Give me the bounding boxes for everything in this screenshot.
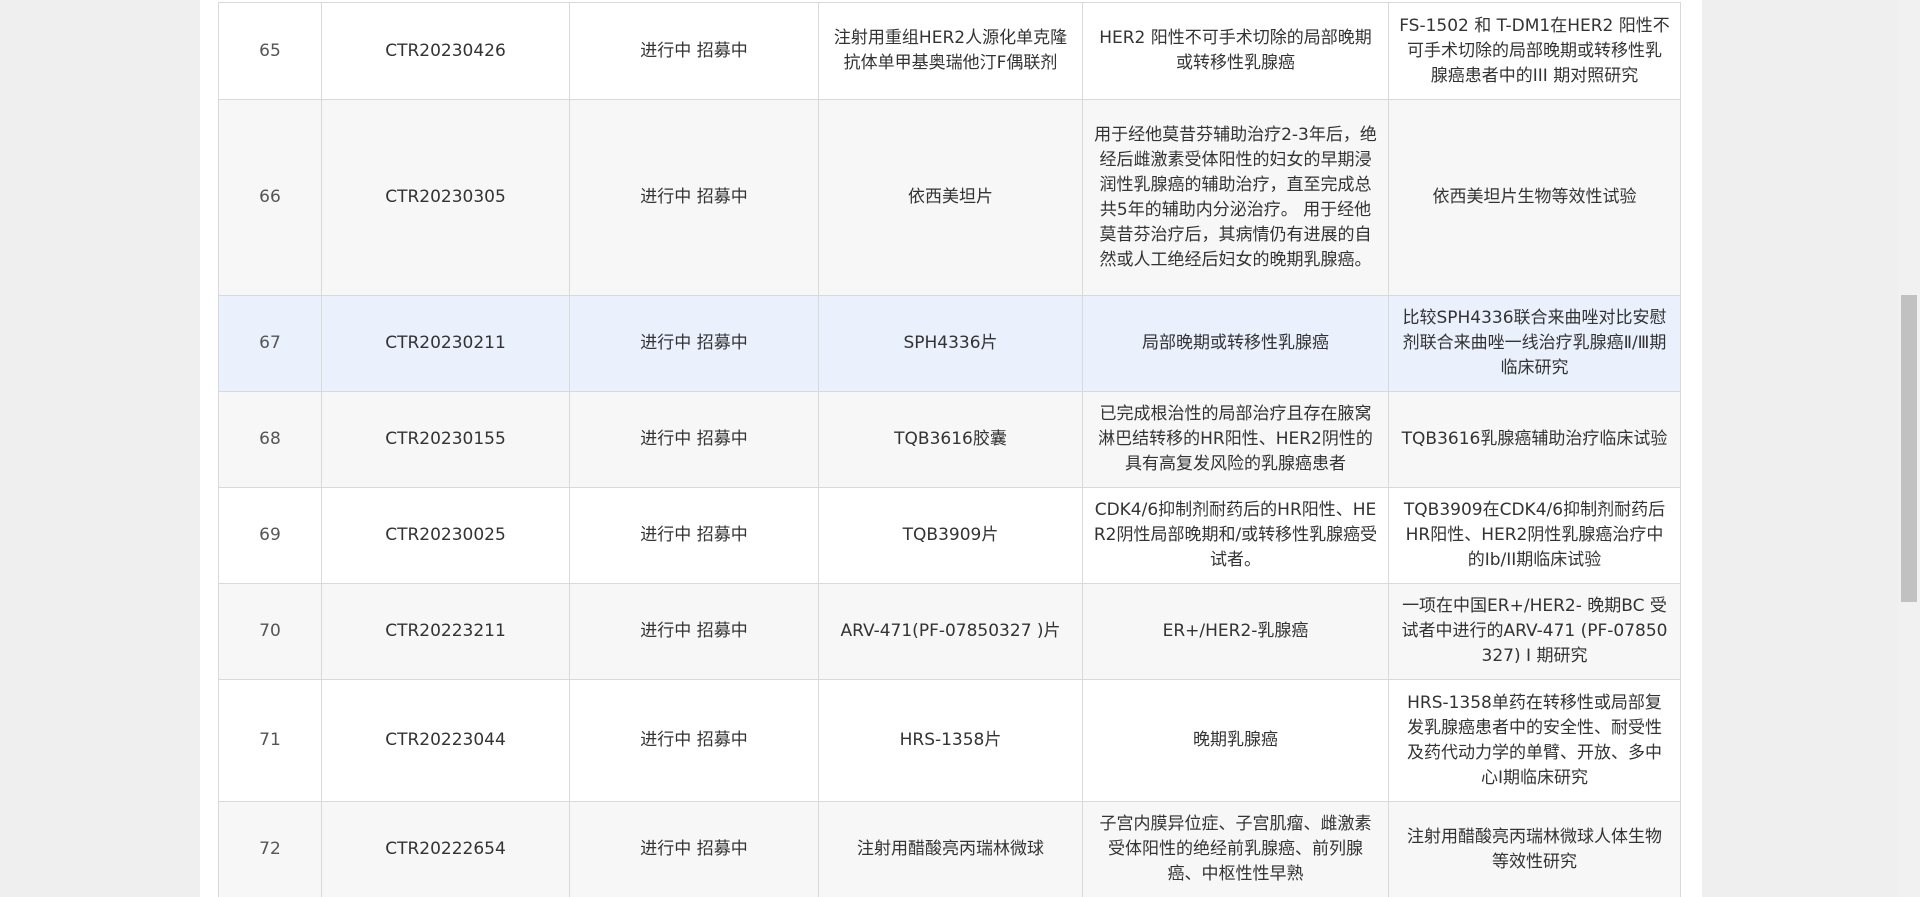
table-row[interactable]: 68 CTR20230155 进行中 招募中 TQB3616胶囊 已完成根治性的…	[218, 391, 1681, 488]
vertical-scrollbar[interactable]	[1898, 0, 1920, 897]
row-number: 67	[218, 295, 322, 392]
content-panel: 65 CTR20230426 进行中 招募中 注射用重组HER2人源化单克隆抗体…	[200, 0, 1702, 897]
clinical-trials-table: 65 CTR20230426 进行中 招募中 注射用重组HER2人源化单克隆抗体…	[218, 2, 1681, 897]
table-row[interactable]: 72 CTR20222654 进行中 招募中 注射用醋酸亮丙瑞林微球 子宫内膜异…	[218, 801, 1681, 897]
row-number: 66	[218, 99, 322, 296]
table-row[interactable]: 71 CTR20223044 进行中 招募中 HRS-1358片 晚期乳腺癌 H…	[218, 679, 1681, 802]
drug-name: TQB3909片	[818, 487, 1083, 584]
registration-id: CTR20230025	[321, 487, 570, 584]
indication: 局部晚期或转移性乳腺癌	[1082, 295, 1389, 392]
trial-title: TQB3616乳腺癌辅助治疗临床试验	[1388, 391, 1681, 488]
indication: HER2 阳性不可手术切除的局部晚期或转移性乳腺癌	[1082, 2, 1389, 100]
trial-title: 一项在中国ER+/HER2- 晚期BC 受试者中进行的ARV-471 (PF-0…	[1388, 583, 1681, 680]
drug-name: 注射用重组HER2人源化单克隆抗体单甲基奥瑞他汀F偶联剂	[818, 2, 1083, 100]
trial-title: 注射用醋酸亮丙瑞林微球人体生物等效性研究	[1388, 801, 1681, 897]
trial-status: 进行中 招募中	[569, 801, 819, 897]
table-row[interactable]: 66 CTR20230305 进行中 招募中 依西美坦片 用于经他莫昔芬辅助治疗…	[218, 99, 1681, 296]
trial-status: 进行中 招募中	[569, 583, 819, 680]
trial-title: FS-1502 和 T-DM1在HER2 阳性不可手术切除的局部晚期或转移性乳腺…	[1388, 2, 1681, 100]
row-number: 70	[218, 583, 322, 680]
indication: ER+/HER2-乳腺癌	[1082, 583, 1389, 680]
trial-title: TQB3909在CDK4/6抑制剂耐药后HR阳性、HER2阴性乳腺癌治疗中的Ib…	[1388, 487, 1681, 584]
drug-name: ARV-471(PF-07850327 )片	[818, 583, 1083, 680]
row-number: 71	[218, 679, 322, 802]
registration-id: CTR20230426	[321, 2, 570, 100]
page: 65 CTR20230426 进行中 招募中 注射用重组HER2人源化单克隆抗体…	[0, 0, 1920, 897]
table-row[interactable]: 67 CTR20230211 进行中 招募中 SPH4336片 局部晚期或转移性…	[218, 295, 1681, 392]
table-row[interactable]: 70 CTR20223211 进行中 招募中 ARV-471(PF-078503…	[218, 583, 1681, 680]
table-row[interactable]: 69 CTR20230025 进行中 招募中 TQB3909片 CDK4/6抑制…	[218, 487, 1681, 584]
drug-name: SPH4336片	[818, 295, 1083, 392]
drug-name: 注射用醋酸亮丙瑞林微球	[818, 801, 1083, 897]
drug-name: 依西美坦片	[818, 99, 1083, 296]
trial-status: 进行中 招募中	[569, 391, 819, 488]
registration-id: CTR20222654	[321, 801, 570, 897]
trial-title: 依西美坦片生物等效性试验	[1388, 99, 1681, 296]
registration-id: CTR20223044	[321, 679, 570, 802]
registration-id: CTR20230211	[321, 295, 570, 392]
trial-status: 进行中 招募中	[569, 487, 819, 584]
registration-id: CTR20223211	[321, 583, 570, 680]
registration-id: CTR20230305	[321, 99, 570, 296]
trial-status: 进行中 招募中	[569, 295, 819, 392]
registration-id: CTR20230155	[321, 391, 570, 488]
indication: 用于经他莫昔芬辅助治疗2-3年后，绝经后雌激素受体阳性的妇女的早期浸润性乳腺癌的…	[1082, 99, 1389, 296]
trial-title: 比较SPH4336联合来曲唑对比安慰剂联合来曲唑一线治疗乳腺癌Ⅱ/Ⅲ期临床研究	[1388, 295, 1681, 392]
trial-status: 进行中 招募中	[569, 679, 819, 802]
table-row[interactable]: 65 CTR20230426 进行中 招募中 注射用重组HER2人源化单克隆抗体…	[218, 2, 1681, 100]
indication: 已完成根治性的局部治疗且存在腋窝淋巴结转移的HR阳性、HER2阴性的具有高复发风…	[1082, 391, 1389, 488]
row-number: 69	[218, 487, 322, 584]
trial-status: 进行中 招募中	[569, 2, 819, 100]
indication: CDK4/6抑制剂耐药后的HR阳性、HER2阴性局部晚期和/或转移性乳腺癌受试者…	[1082, 487, 1389, 584]
row-number: 65	[218, 2, 322, 100]
drug-name: HRS-1358片	[818, 679, 1083, 802]
row-number: 68	[218, 391, 322, 488]
row-number: 72	[218, 801, 322, 897]
indication: 晚期乳腺癌	[1082, 679, 1389, 802]
trial-status: 进行中 招募中	[569, 99, 819, 296]
indication: 子宫内膜异位症、子宫肌瘤、雌激素受体阳性的绝经前乳腺癌、前列腺癌、中枢性性早熟	[1082, 801, 1389, 897]
trial-title: HRS-1358单药在转移性或局部复发乳腺癌患者中的安全性、耐受性及药代动力学的…	[1388, 679, 1681, 802]
scrollbar-thumb[interactable]	[1901, 295, 1917, 602]
drug-name: TQB3616胶囊	[818, 391, 1083, 488]
